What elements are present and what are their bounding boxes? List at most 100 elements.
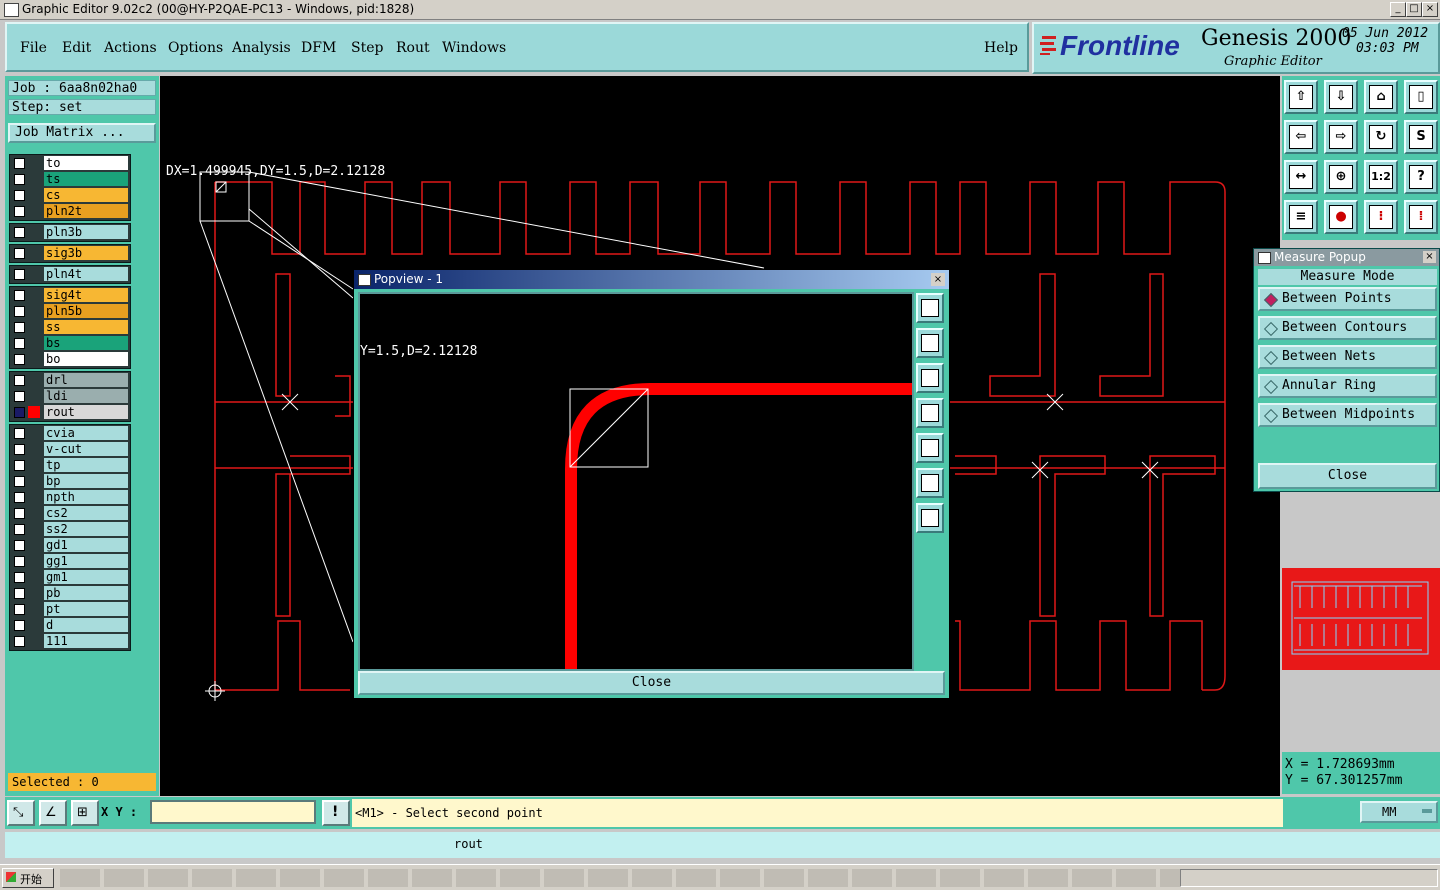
layer-name[interactable]: pb [44,586,128,600]
help-query-button[interactable]: ? [1404,160,1438,194]
layer-name[interactable]: v-cut [44,442,128,456]
pan-right-button[interactable]: ⇨ [1324,120,1358,154]
mode-between-nets[interactable]: Between Nets [1258,345,1437,369]
layer-checkbox[interactable] [14,248,25,259]
measure-popup-close-icon[interactable]: × [1423,251,1436,263]
layer-name[interactable]: sig3b [44,246,128,260]
layer-checkbox[interactable] [14,508,25,519]
layer-checkbox[interactable] [14,322,25,333]
popview-pan-up-button[interactable] [916,328,944,358]
pan-up-button[interactable]: ⇧ [1284,80,1318,114]
popview-zoom-fit-button[interactable] [916,468,944,498]
layer-name[interactable]: gm1 [44,570,128,584]
layer-name[interactable]: bo [44,352,128,366]
layer-checkbox[interactable] [14,375,25,386]
mode-between-midpoints[interactable]: Between Midpoints [1258,403,1437,427]
layer-row[interactable]: cs [10,188,130,203]
layer-checkbox[interactable] [14,556,25,567]
layer-row[interactable]: tp [10,458,130,473]
layer-name[interactable]: gd1 [44,538,128,552]
mode-annular-ring[interactable]: Annular Ring [1258,374,1437,398]
xy-input[interactable] [150,800,316,824]
menu-edit[interactable]: Edit [62,40,91,56]
layer-checkbox[interactable] [14,338,25,349]
net-compare-button[interactable]: ⁞ [1404,200,1438,234]
layer-row[interactable]: d [10,618,130,633]
layer-row[interactable]: pln5b [10,304,130,319]
pan-left-button[interactable]: ⇦ [1284,120,1318,154]
layer-checkbox[interactable] [14,620,25,631]
layer-row[interactable]: 111 [10,634,130,649]
menu-dfm[interactable]: DFM [301,40,336,56]
menu-analysis[interactable]: Analysis [232,40,291,56]
layer-checkbox[interactable] [14,604,25,615]
rotate-button[interactable]: ↻ [1364,120,1398,154]
select-tool-button[interactable]: ⤡ [7,800,35,826]
menu-step[interactable]: Step [351,40,383,56]
layer-name[interactable]: tp [44,458,128,472]
layer-row[interactable]: v-cut [10,442,130,457]
layer-checkbox[interactable] [14,190,25,201]
job-matrix-button[interactable]: Job Matrix ... [8,123,156,143]
layer-row[interactable]: bo [10,352,130,367]
layer-name[interactable]: drl [44,373,128,387]
menu-help[interactable]: Help [984,40,1018,56]
layer-checkbox[interactable] [14,540,25,551]
layer-checkbox[interactable] [14,290,25,301]
close-window-button[interactable]: × [1422,2,1438,17]
menu-actions[interactable]: Actions [104,40,157,56]
popview-pan-right-button[interactable] [916,433,944,463]
layer-row[interactable]: ts [10,172,130,187]
layer-row[interactable]: cvia [10,426,130,441]
layer-name[interactable]: pln4t [44,267,128,281]
info-button[interactable]: ! [322,800,350,826]
layer-row[interactable]: sig4t [10,288,130,303]
layer-row-active[interactable]: rout [10,405,130,420]
taskbar-buttons[interactable] [60,869,1180,887]
overview-map[interactable] [1282,568,1440,670]
layer-name[interactable]: cs [44,188,128,202]
layer-checkbox[interactable] [14,428,25,439]
layer-row[interactable]: bs [10,336,130,351]
layer-name[interactable]: d [44,618,128,632]
layer-name[interactable]: pln2t [44,204,128,218]
layer-row[interactable]: pt [10,602,130,617]
layer-row[interactable]: pln4t [10,267,130,282]
popview-zoom-center-button[interactable] [916,503,944,533]
layer-checkbox[interactable] [14,206,25,217]
layer-name[interactable]: pln5b [44,304,128,318]
layer-checkbox[interactable] [14,524,25,535]
layer-checkbox[interactable] [14,158,25,169]
layer-name[interactable]: sig4t [44,288,128,302]
layer-row[interactable]: pln2t [10,204,130,219]
layer-checkbox[interactable] [14,572,25,583]
layer-row[interactable]: drl [10,373,130,388]
layer-name[interactable]: bp [44,474,128,488]
maximize-button[interactable]: □ [1406,2,1422,17]
layer-checkbox[interactable] [14,460,25,471]
measure-tool-button[interactable]: ≡ [1284,200,1318,234]
measure-close-button[interactable]: Close [1258,463,1437,489]
layer-row[interactable]: cs2 [10,506,130,521]
layer-name[interactable]: cs2 [44,506,128,520]
layer-checkbox[interactable] [14,391,25,402]
measure-angle-button[interactable]: ∠ [39,800,67,826]
layer-checkbox[interactable] [14,588,25,599]
minimize-button[interactable]: _ [1390,2,1406,17]
layer-checkbox[interactable] [14,174,25,185]
layer-row[interactable]: pb [10,586,130,601]
window-view-button[interactable]: ▯ [1404,80,1438,114]
layer-name[interactable]: bs [44,336,128,350]
layer-name[interactable]: cvia [44,426,128,440]
layer-row[interactable]: ldi [10,389,130,404]
layer-checkbox[interactable] [14,407,25,418]
menu-rout[interactable]: Rout [396,40,430,56]
layer-name[interactable]: pln3b [44,225,128,239]
layer-checkbox[interactable] [14,444,25,455]
layer-checkbox[interactable] [14,636,25,647]
layer-row[interactable]: gd1 [10,538,130,553]
menu-windows[interactable]: Windows [442,40,506,56]
layer-name[interactable]: ss2 [44,522,128,536]
zoom-center-button[interactable]: ⊕ [1324,160,1358,194]
layer-name[interactable]: 111 [44,634,128,648]
